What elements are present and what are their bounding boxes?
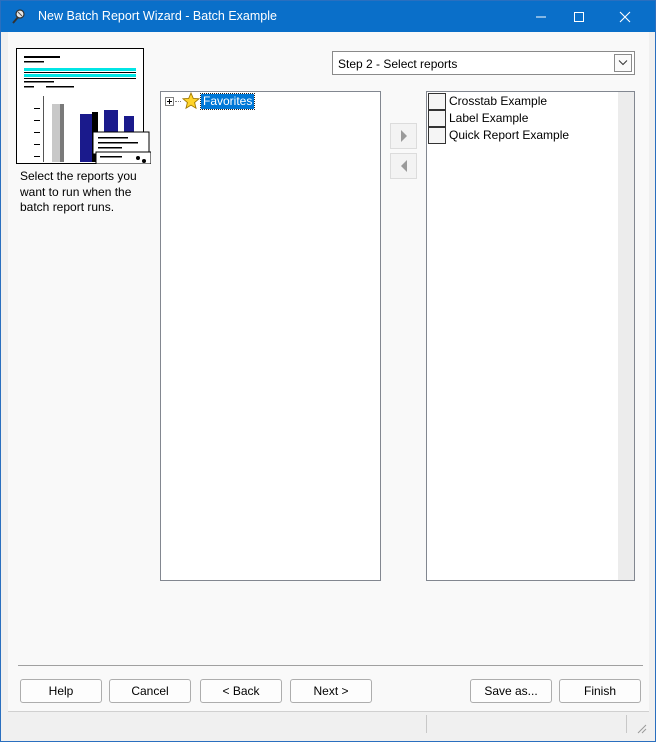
divider: [18, 665, 643, 666]
status-divider: [626, 715, 627, 733]
star-icon: [182, 92, 200, 110]
step-description: Select the reports you want to run when …: [20, 169, 137, 214]
chevron-down-icon: [618, 60, 628, 66]
next-button[interactable]: Next >: [290, 679, 372, 703]
tree-connector: [175, 101, 181, 102]
maximize-icon: [574, 11, 584, 22]
vertical-scrollbar[interactable]: [618, 92, 634, 580]
report-label: Label Example: [449, 111, 529, 125]
dropdown-arrow-button[interactable]: [614, 54, 632, 72]
step-dropdown-value: Step 2 - Select reports: [338, 57, 458, 71]
close-button[interactable]: [602, 1, 648, 32]
report-label: Crosstab Example: [449, 94, 548, 108]
wizard-body: Select the reports you want to run when …: [8, 32, 649, 736]
status-bar: [8, 711, 649, 736]
step-dropdown[interactable]: Step 2 - Select reports: [332, 51, 635, 75]
cancel-button[interactable]: Cancel: [109, 679, 191, 703]
report-checkbox[interactable]: [428, 127, 446, 144]
remove-report-button[interactable]: [390, 153, 417, 179]
report-label: Quick Report Example: [449, 128, 570, 142]
arrow-right-icon: [400, 130, 407, 142]
selected-reports-list[interactable]: Crosstab Example Label Example Quick Rep…: [426, 91, 635, 581]
save-as-button[interactable]: Save as...: [470, 679, 552, 703]
report-checkbox[interactable]: [428, 110, 446, 127]
finish-button[interactable]: Finish: [559, 679, 641, 703]
app-icon: [12, 9, 25, 24]
window-title: New Batch Report Wizard - Batch Example: [38, 9, 277, 23]
available-reports-tree[interactable]: Favorites: [160, 91, 381, 581]
resize-grip-icon[interactable]: [635, 722, 647, 734]
arrow-left-icon: [400, 160, 407, 172]
tree-node-label: Favorites: [199, 93, 256, 110]
maximize-button[interactable]: [556, 1, 602, 32]
report-preview-illustration: [16, 48, 151, 164]
minimize-icon: [536, 16, 546, 17]
wizard-window: New Batch Report Wizard - Batch Example: [0, 0, 656, 742]
status-divider: [426, 715, 427, 733]
help-button[interactable]: Help: [20, 679, 102, 703]
expand-icon[interactable]: [165, 97, 174, 106]
report-checkbox[interactable]: [428, 93, 446, 110]
close-icon: [619, 11, 631, 22]
add-report-button[interactable]: [390, 123, 417, 149]
title-bar: New Batch Report Wizard - Batch Example: [1, 1, 655, 32]
back-button[interactable]: < Back: [200, 679, 282, 703]
